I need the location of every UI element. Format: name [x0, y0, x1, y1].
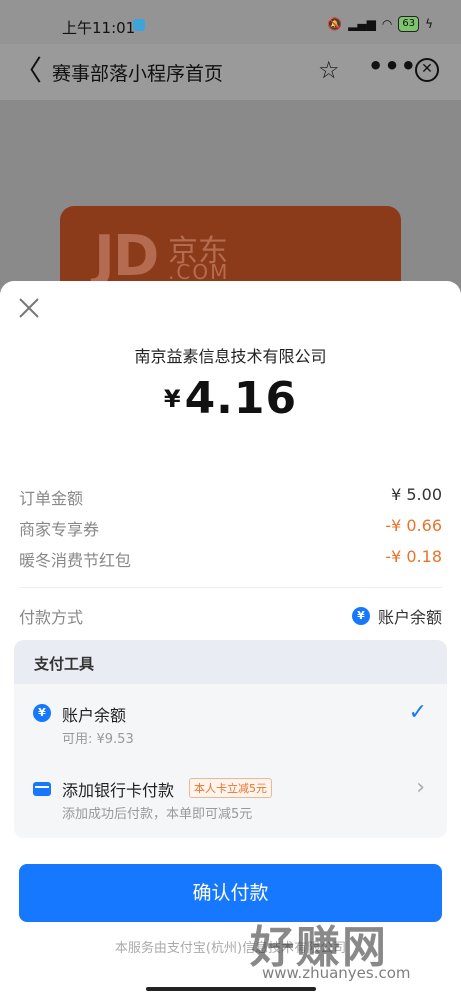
status-icons: 🔕 ▂▄▆ ◠ 63 ϟ: [327, 16, 433, 32]
merchant-coupon-label: 商家专享券: [19, 520, 100, 539]
merchant-coupon-row: 商家专享券 -¥ 0.66: [19, 516, 442, 540]
payment-method-text: 账户余额: [377, 608, 442, 627]
close-mini-program-icon[interactable]: ✕: [415, 58, 439, 82]
mute-icon: 🔕: [327, 17, 343, 31]
merchant-coupon-value: -¥ 0.66: [385, 516, 442, 535]
page-title: 赛事部落小程序首页: [52, 63, 224, 85]
payment-method-row[interactable]: 付款方式 ¥ 账户余额: [19, 604, 442, 628]
red-packet-label: 暖冬消费节红包: [19, 551, 132, 570]
payment-tool-header: 支付工具: [14, 640, 447, 684]
balance-title: 账户余额: [62, 706, 127, 725]
currency-symbol: ¥: [163, 385, 181, 413]
close-icon[interactable]: [18, 297, 40, 319]
signal-icon: ▂▄▆: [348, 17, 376, 31]
star-icon[interactable]: ☆: [318, 57, 340, 83]
red-packet-value: -¥ 0.18: [385, 547, 442, 566]
payment-amount: ¥4.16: [0, 373, 461, 424]
order-amount-row: 订单金额 ¥ 5.00: [19, 485, 442, 509]
status-bar: 上午11:01 🔕 ▂▄▆ ◠ 63 ϟ: [0, 0, 461, 44]
payment-sheet: 南京益素信息技术有限公司 ¥4.16 订单金额 ¥ 5.00 商家专享券 -¥ …: [0, 281, 461, 1000]
yen-icon: ¥: [351, 607, 370, 625]
order-amount-value: ¥ 5.00: [391, 485, 442, 504]
bank-card-sub: 添加成功后付款，本单即可减5元: [62, 807, 253, 822]
back-icon[interactable]: 〈: [14, 56, 42, 86]
service-note: 本服务由支付宝(杭州)信息技术有限公司: [114, 941, 347, 956]
option-account-balance[interactable]: ¥ 账户余额 可用: ¥9.53 ✓: [14, 700, 447, 750]
wifi-icon: ◠: [381, 17, 393, 31]
red-packet-row: 暖冬消费节红包 -¥ 0.18: [19, 547, 442, 571]
notification-icon: [133, 19, 145, 31]
option-add-bank-card[interactable]: 添加银行卡付款 本人卡立减5元 添加成功后付款，本单即可减5元 ›: [14, 775, 447, 825]
promo-badge: 本人卡立减5元: [189, 778, 272, 798]
mini-program-nav-bar: 〈 赛事部落小程序首页 ☆ ••• ✕: [0, 44, 461, 100]
amount-value: 4.16: [184, 373, 298, 424]
more-icon[interactable]: •••: [368, 52, 417, 80]
divider: [19, 587, 442, 588]
payment-method-label: 付款方式: [19, 608, 84, 627]
watermark-url: www.zhuanyes.com: [262, 964, 411, 982]
payment-tool-card: 支付工具 ¥ 账户余额 可用: ¥9.53 ✓ 添加银行卡付款 本人卡立减5元 …: [14, 640, 447, 838]
jd-logo: JD: [94, 224, 159, 289]
battery-icon: 63: [398, 16, 420, 32]
bank-card-title: 添加银行卡付款: [62, 781, 175, 800]
order-amount-label: 订单金额: [19, 489, 84, 508]
balance-available: 可用: ¥9.53: [62, 732, 134, 747]
checkmark-icon: ✓: [408, 700, 427, 725]
yen-icon: ¥: [33, 704, 51, 722]
card-icon: [33, 782, 51, 796]
merchant-name: 南京益素信息技术有限公司: [134, 347, 327, 366]
charging-icon: ϟ: [425, 17, 433, 31]
payment-tool-title: 支付工具: [34, 655, 95, 673]
chevron-right-icon: ›: [416, 775, 425, 800]
payment-method-value: ¥ 账户余额: [351, 604, 442, 628]
home-indicator[interactable]: [146, 987, 316, 991]
status-time: 上午11:01: [62, 19, 136, 37]
